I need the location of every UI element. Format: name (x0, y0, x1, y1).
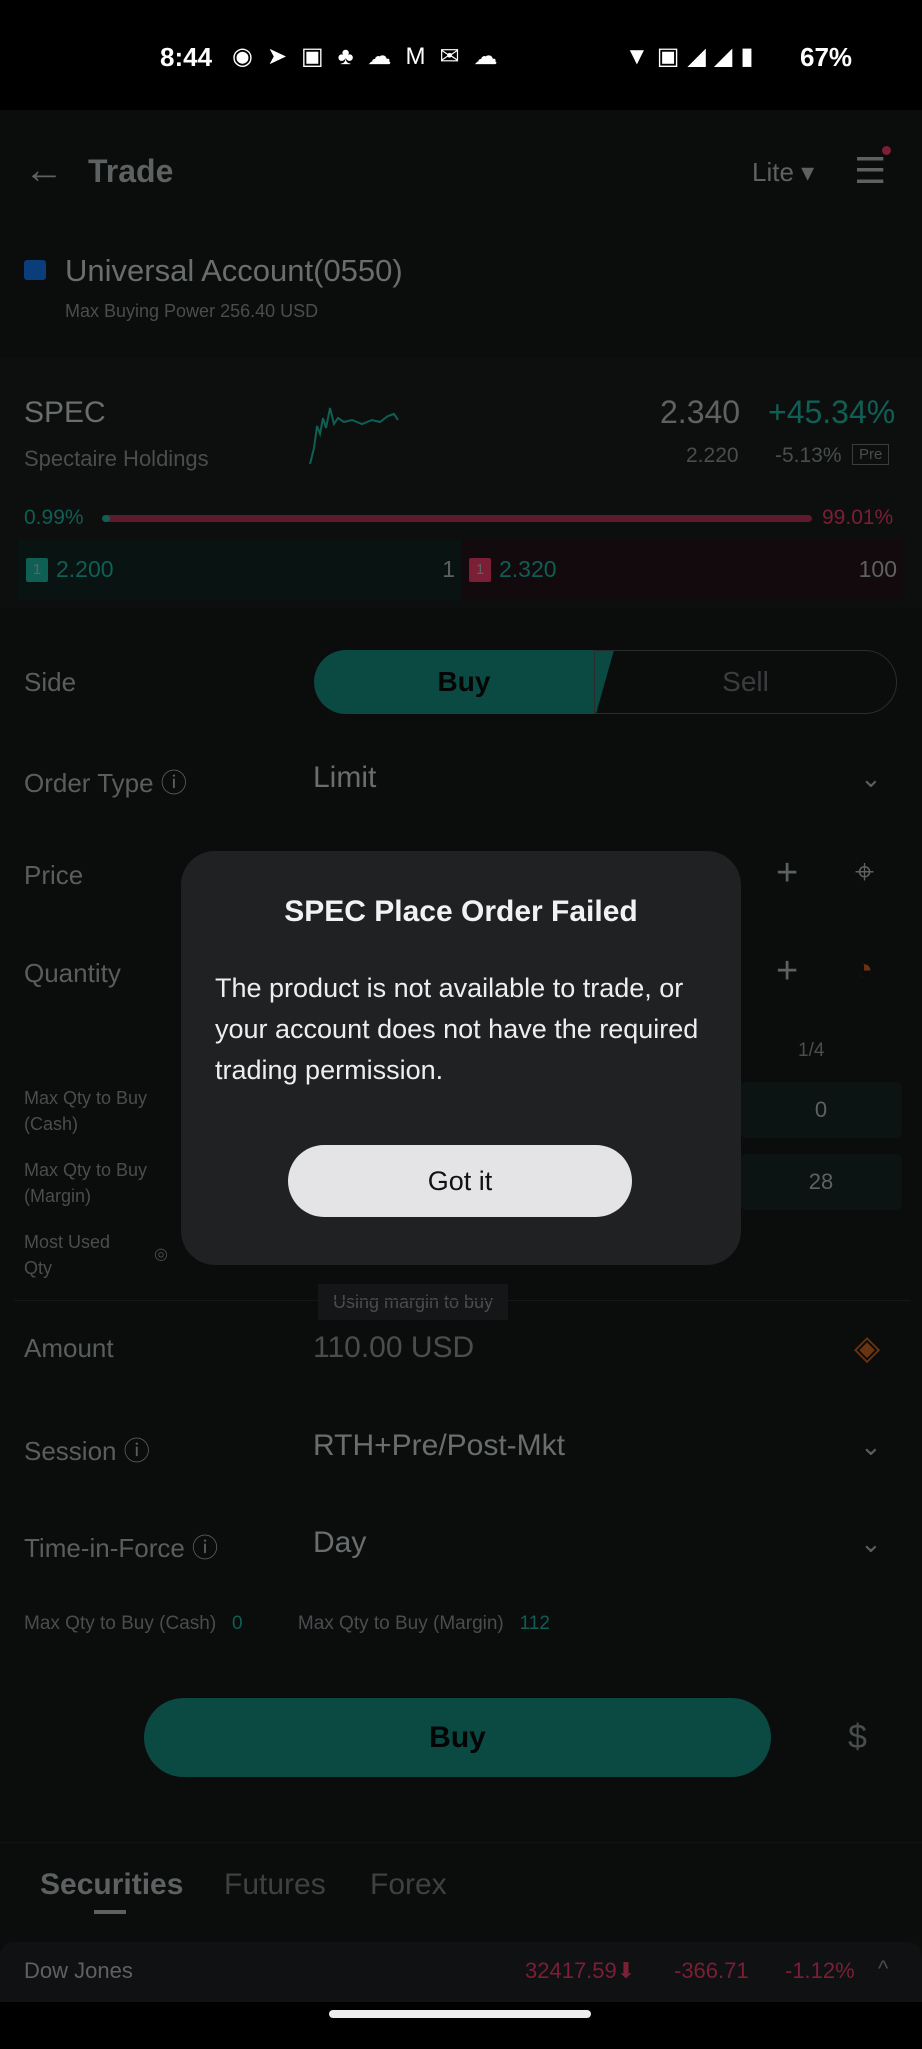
bid-level: 1 (26, 558, 48, 582)
signal-icons: ▼▣◢◢▮ (625, 43, 762, 70)
ask-price: 2.320 (499, 556, 557, 582)
index-name: Dow Jones (24, 1958, 133, 1983)
max-margin-label: Max Qty to Buy (Margin) (24, 1160, 148, 1206)
change-pct: +45.34% (768, 394, 896, 430)
account-name[interactable]: Universal Account(0550) (65, 253, 403, 289)
submit-buy-button[interactable]: Buy (144, 1698, 771, 1777)
chevron-down-icon[interactable]: ⌄ (860, 1431, 882, 1462)
crosshair-icon[interactable]: ⌖ (855, 853, 874, 892)
page-title: Trade (88, 153, 174, 189)
index-change: -366.71 (674, 1958, 749, 1983)
notification-dot (882, 146, 891, 155)
buy-side-button[interactable]: Buy (314, 650, 614, 714)
sell-side-label: Sell (722, 666, 769, 697)
plus-icon[interactable]: + (776, 852, 798, 895)
status-bar: 8:44 ◉➤▣♣☁M✉☁ ▼▣◢◢▮ 67% (0, 0, 922, 110)
bid-price: 2.200 (56, 556, 114, 582)
active-tab-indicator (94, 1910, 126, 1914)
sell-side-button[interactable]: Sell (594, 650, 897, 714)
settings-icon[interactable]: ◎ (154, 1244, 168, 1264)
buying-power: Max Buying Power 256.40 USD (65, 301, 319, 321)
tif-value[interactable]: Day (313, 1526, 366, 1560)
notification-icons: ◉➤▣♣☁M✉☁ (232, 43, 512, 70)
home-indicator[interactable] (329, 2010, 591, 2018)
pre-badge: Pre (852, 444, 890, 465)
max-qty-summary: Max Qty to Buy (Cash) 0 Max Qty to Buy (… (24, 1613, 550, 1634)
tab-futures[interactable]: Futures (224, 1868, 326, 1902)
bid-size: 1 (442, 556, 455, 582)
sparkline (309, 407, 399, 465)
divider (14, 1300, 910, 1301)
order-type-value[interactable]: Limit (313, 761, 376, 795)
layers-icon[interactable]: ◈ (854, 1328, 880, 1368)
session-value[interactable]: RTH+Pre/Post-Mkt (313, 1429, 565, 1463)
bid-ask-ratio-bar (102, 515, 812, 522)
pre-change: -5.13% (775, 444, 842, 467)
nav-bar (0, 2002, 922, 2049)
dialog-title: SPEC Place Order Failed (284, 895, 638, 928)
last-price: 2.340 (660, 394, 741, 430)
clock: 8:44 (160, 42, 213, 72)
ask-row: 1 2.320 100 (461, 540, 903, 600)
chevron-down-icon[interactable]: ⌄ (860, 1528, 882, 1559)
most-used-label: Most Used Qty (24, 1232, 111, 1278)
max-cash-value[interactable]: 0 (740, 1082, 902, 1138)
index-ticker[interactable]: Dow Jones 32417.59⬇ -366.71 -1.12% ^ (0, 1942, 922, 2002)
back-arrow-icon[interactable]: ← (24, 148, 64, 193)
menu-icon[interactable]: ☰ (854, 150, 886, 192)
mode-label: Lite (752, 157, 794, 187)
ask-pct: 99.01% (822, 506, 894, 529)
chevron-down-icon[interactable]: ⌄ (860, 763, 882, 794)
quantity-label: Quantity (24, 958, 121, 988)
max-margin-value[interactable]: 28 (740, 1154, 902, 1210)
currency-exchange-icon[interactable]: $ (848, 1718, 867, 1757)
fraction-label[interactable]: 1/4 (798, 1040, 824, 1062)
tab-securities[interactable]: Securities (40, 1868, 183, 1902)
battery-text: 67% (800, 42, 853, 72)
wallet-icon (24, 260, 46, 280)
session-label: Session ⓘ (24, 1436, 150, 1466)
mode-dropdown[interactable]: Lite ▾ (752, 157, 814, 188)
got-it-button[interactable]: Got it (288, 1145, 632, 1217)
submit-label: Buy (429, 1721, 486, 1754)
ask-level: 1 (469, 558, 491, 582)
side-label: Side (24, 667, 77, 697)
max-cash-label: Max Qty to Buy (Cash) (24, 1088, 148, 1134)
got-it-label: Got it (427, 1166, 493, 1196)
tif-label: Time-in-Force ⓘ (24, 1533, 219, 1563)
chevron-up-icon[interactable]: ^ (878, 1956, 888, 1982)
bid-pct: 0.99% (24, 506, 84, 529)
dialog-message: The product is not available to trade, o… (215, 973, 699, 1085)
quote-panel[interactable]: SPEC Spectaire Holdings 2.340 +45.34% 2.… (0, 358, 922, 608)
speedometer-icon[interactable]: ◔ (855, 953, 873, 987)
tab-forex[interactable]: Forex (370, 1868, 447, 1902)
amount-label: Amount (24, 1333, 114, 1363)
bid-row: 1 2.200 1 (18, 540, 461, 600)
error-dialog: SPEC Place Order Failed The product is n… (181, 851, 741, 1265)
bid-fill (102, 515, 110, 522)
amount-value: 110.00 USD (313, 1331, 475, 1364)
tooltip: Using margin to buy (318, 1284, 508, 1320)
divider (0, 1842, 922, 1843)
order-type-label: Order Type ⓘ (24, 768, 187, 798)
symbol: SPEC (24, 396, 106, 429)
index-change-pct: -1.12% (785, 1958, 855, 1983)
ask-size: 100 (858, 556, 897, 582)
company-name: Spectaire Holdings (24, 446, 209, 471)
buy-side-label: Buy (437, 666, 491, 697)
price-label: Price (24, 860, 84, 890)
pre-price: 2.220 (686, 444, 739, 467)
plus-icon[interactable]: + (776, 950, 798, 993)
index-value: 32417.59⬇ (525, 1958, 636, 1983)
